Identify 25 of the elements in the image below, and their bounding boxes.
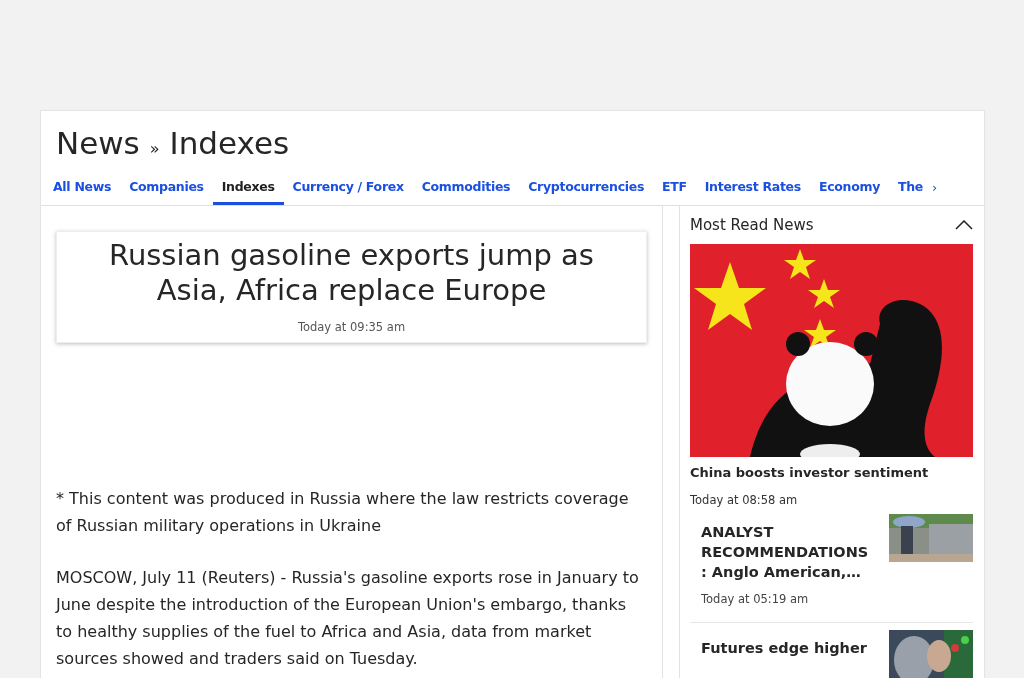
news-title[interactable]: Futures edge higher (701, 638, 869, 658)
section-title: News (56, 125, 140, 161)
article-paragraph: * This content was produced in Russia where the law restricts coverage of Russian military operations in Ukraine (56, 488, 630, 537)
news-title[interactable]: China boosts investor sentiment (690, 465, 973, 480)
article-paragraph: MOSCOW, July 11 (Reuters) - Russia's gasoline exports rose in January to June despite the introduction of the European Union's embargo, thanks to healthy supplies of the fuel to Africa and Asia, data from market sources showed and traders said on Tuesday. (56, 567, 640, 670)
category-tab[interactable]: Currency / Forex (283, 175, 413, 205)
page-title: Indexes (169, 125, 290, 161)
category-tab[interactable]: Cryptocurrencies (519, 175, 654, 205)
news-time: Today at 08:58 am (690, 493, 799, 507)
scroll-right-icon[interactable]: › (932, 175, 938, 205)
category-tab[interactable]: Companies (120, 175, 213, 205)
collapse-icon[interactable] (955, 220, 973, 230)
news-time: Today at 05:19 am (701, 592, 810, 606)
article-time: Today at 09:35 am (296, 320, 407, 334)
news-title[interactable]: ANALYST RECOMMENDATIONS: Anglo American,… (701, 522, 869, 582)
category-tab[interactable]: Commodities (412, 175, 520, 205)
section-heading: Most Read News (690, 216, 814, 234)
article-headline: Russian gasoline exports jump as Asia, Africa replace Europe (108, 238, 595, 308)
category-tab[interactable]: ETF (653, 175, 696, 205)
breadcrumb-separator: » (149, 139, 160, 158)
category-tab[interactable]: The (889, 175, 933, 205)
category-tab[interactable]: Indexes (212, 175, 284, 205)
category-tab[interactable]: Interest Rates (695, 175, 810, 205)
category-tab[interactable]: All News (53, 175, 121, 205)
category-tab[interactable]: Economy (809, 175, 890, 205)
